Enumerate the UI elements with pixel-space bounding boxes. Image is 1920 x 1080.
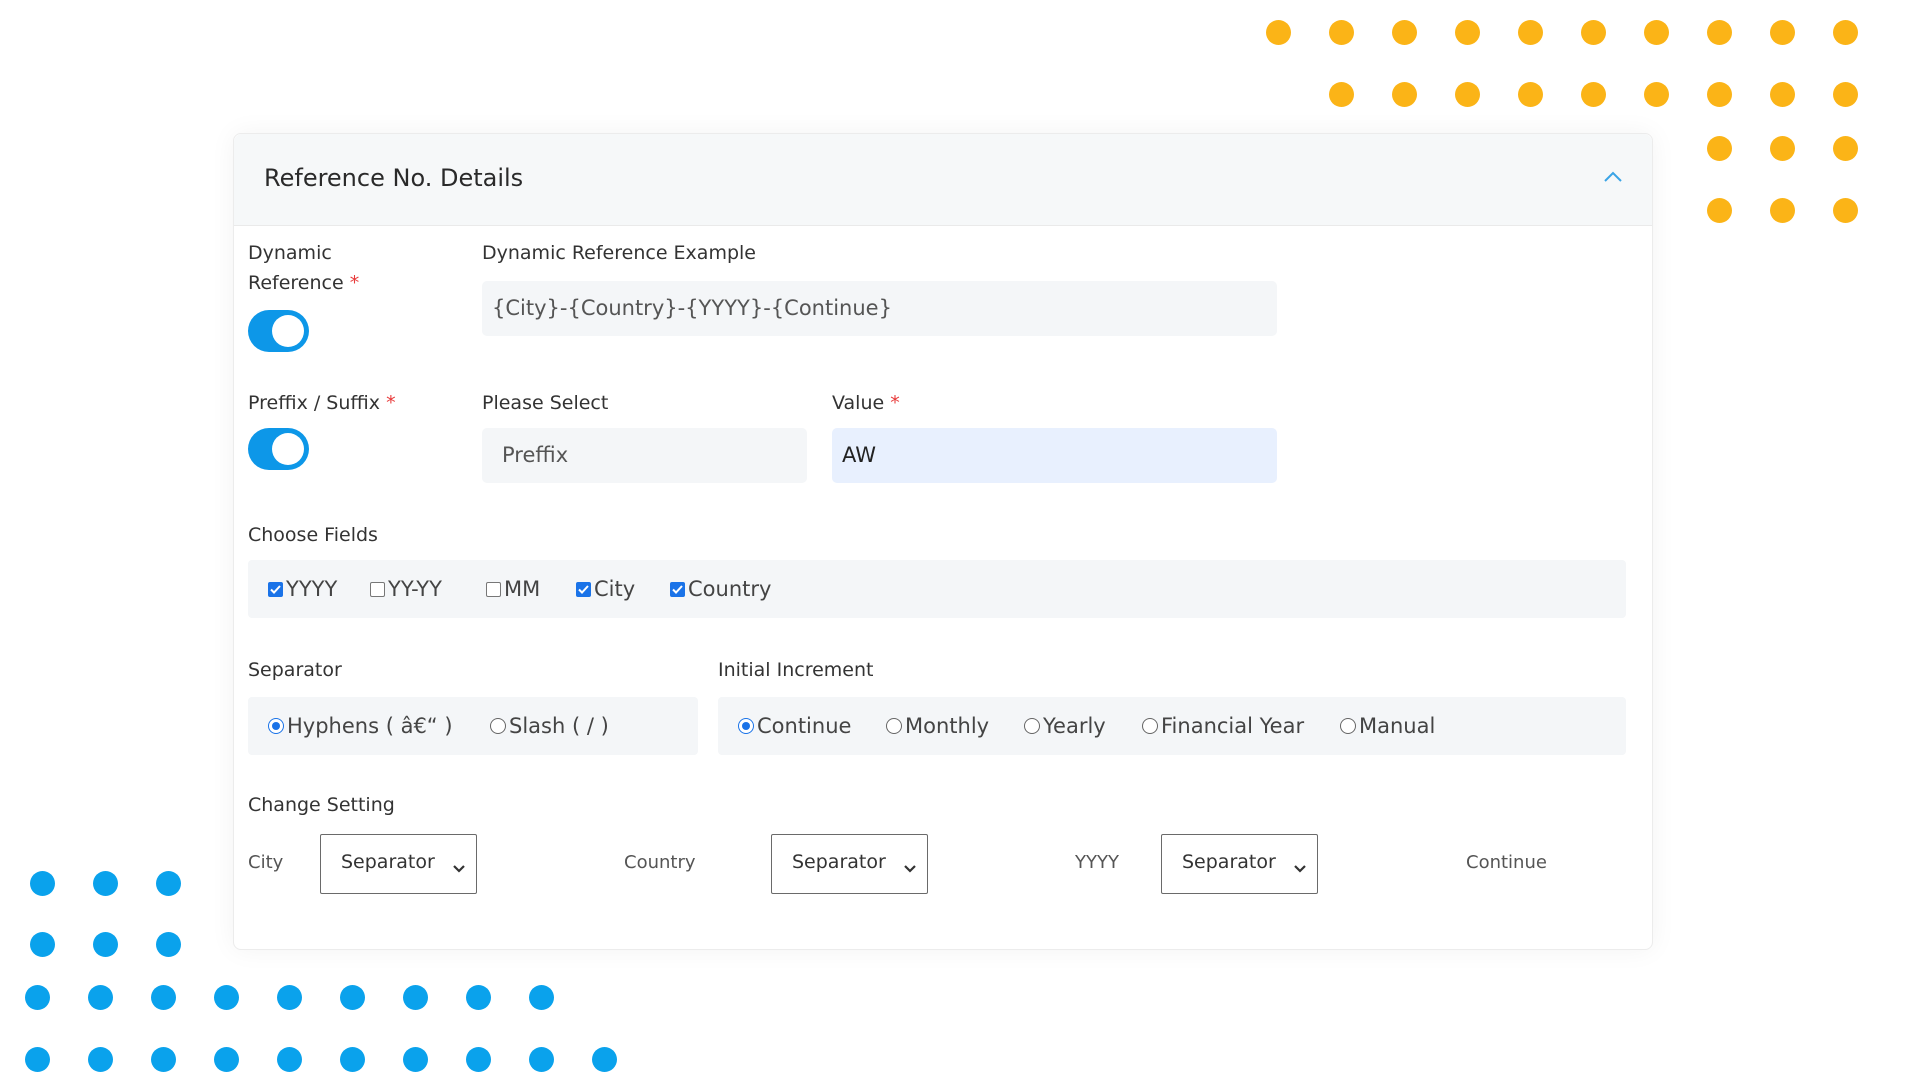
initial-increment-panel: Continue Monthly Yearly Financial Year M… (718, 697, 1626, 755)
checkbox-city[interactable]: City (576, 560, 635, 618)
required-marker: * (349, 272, 360, 294)
dynamic-reference-label-line1: Dynamic (248, 242, 332, 264)
required-marker: * (890, 392, 900, 414)
checkbox-yy-yy[interactable]: YY-YY (370, 560, 442, 618)
radio-label: Financial Year (1161, 714, 1305, 738)
checkbox-yyyy[interactable]: YYYY (268, 560, 337, 618)
prefix-suffix-select[interactable]: Preffix (482, 428, 807, 483)
dynamic-reference-toggle[interactable] (248, 310, 309, 352)
toggle-knob (272, 315, 304, 347)
radio-label: Yearly (1043, 714, 1106, 738)
radio-unselected-icon (1340, 718, 1356, 734)
separator-dropdown-country[interactable]: Separator (771, 834, 928, 894)
separator-label: Separator (248, 659, 342, 681)
chevron-up-icon[interactable] (1602, 169, 1624, 185)
radio-selected-icon (268, 718, 284, 734)
checkbox-label: Country (688, 577, 772, 601)
radio-slash[interactable]: Slash ( / ) (490, 697, 609, 755)
radio-label: Monthly (905, 714, 990, 738)
radio-selected-icon (738, 718, 754, 734)
checkbox-checked-icon (670, 581, 685, 597)
dynamic-reference-label: Dynamic Reference * (248, 238, 359, 298)
dynamic-reference-example-label: Dynamic Reference Example (482, 242, 756, 264)
separator-dropdown-yyyy[interactable]: Separator (1161, 834, 1318, 894)
separator-panel: Hyphens ( â€“ ) Slash ( / ) (248, 697, 698, 755)
checkbox-unchecked-icon (486, 581, 501, 597)
value-label: Value * (832, 388, 900, 418)
choose-fields-panel: YYYY YY-YY MM City Country (248, 560, 1626, 618)
separator-dropdown-city[interactable]: Separator (320, 834, 477, 894)
radio-unselected-icon (490, 718, 506, 734)
initial-increment-label: Initial Increment (718, 659, 874, 681)
checkbox-label: YY-YY (388, 577, 442, 601)
value-input[interactable]: AW (832, 428, 1277, 483)
required-marker: * (386, 392, 396, 414)
checkbox-label: City (594, 577, 636, 601)
change-setting-field-city: City (248, 852, 284, 873)
please-select-label: Please Select (482, 392, 609, 414)
radio-yearly[interactable]: Yearly (1024, 697, 1106, 755)
card-title: Reference No. Details (264, 164, 524, 192)
radio-label: Slash ( / ) (509, 714, 609, 738)
dynamic-reference-example-field[interactable]: {City}-{Country}-{YYYY}-{Continue} (482, 281, 1277, 336)
prefix-suffix-toggle[interactable] (248, 428, 309, 470)
prefix-suffix-label: Preffix / Suffix * (248, 388, 396, 418)
change-setting-field-yyyy: YYYY (1075, 852, 1119, 873)
radio-continue[interactable]: Continue (738, 697, 851, 755)
change-setting-field-country: Country (624, 852, 696, 873)
radio-unselected-icon (1142, 718, 1158, 734)
radio-unselected-icon (886, 718, 902, 734)
radio-monthly[interactable]: Monthly (886, 697, 989, 755)
checkbox-label: MM (504, 577, 541, 601)
checkbox-label: YYYY (286, 577, 338, 601)
checkbox-country[interactable]: Country (670, 560, 771, 618)
card-header[interactable]: Reference No. Details (234, 134, 1652, 226)
checkbox-checked-icon (268, 581, 283, 597)
checkbox-checked-icon (576, 581, 591, 597)
value-label-text: Value (832, 392, 885, 414)
change-setting-field-continue: Continue (1466, 852, 1547, 873)
radio-hyphens[interactable]: Hyphens ( â€“ ) (268, 697, 453, 755)
radio-label: Continue (757, 714, 852, 738)
chevron-down-icon (903, 857, 917, 873)
radio-financial-year[interactable]: Financial Year (1142, 697, 1304, 755)
reference-details-card: Reference No. Details (233, 133, 1653, 950)
radio-unselected-icon (1024, 718, 1040, 734)
dynamic-reference-label-line2: Reference (248, 272, 344, 294)
dropdown-value: Separator (341, 851, 435, 873)
checkbox-mm[interactable]: MM (486, 560, 540, 618)
dropdown-value: Separator (792, 851, 886, 873)
prefix-suffix-label-text: Preffix / Suffix (248, 392, 381, 414)
checkbox-unchecked-icon (370, 581, 385, 597)
radio-label: Manual (1359, 714, 1436, 738)
choose-fields-label: Choose Fields (248, 524, 378, 546)
chevron-down-icon (452, 857, 466, 873)
radio-manual[interactable]: Manual (1340, 697, 1435, 755)
toggle-knob (272, 433, 304, 465)
dropdown-value: Separator (1182, 851, 1276, 873)
chevron-down-icon (1293, 857, 1307, 873)
change-setting-label: Change Setting (248, 794, 395, 816)
radio-label: Hyphens ( â€“ ) (287, 714, 453, 738)
